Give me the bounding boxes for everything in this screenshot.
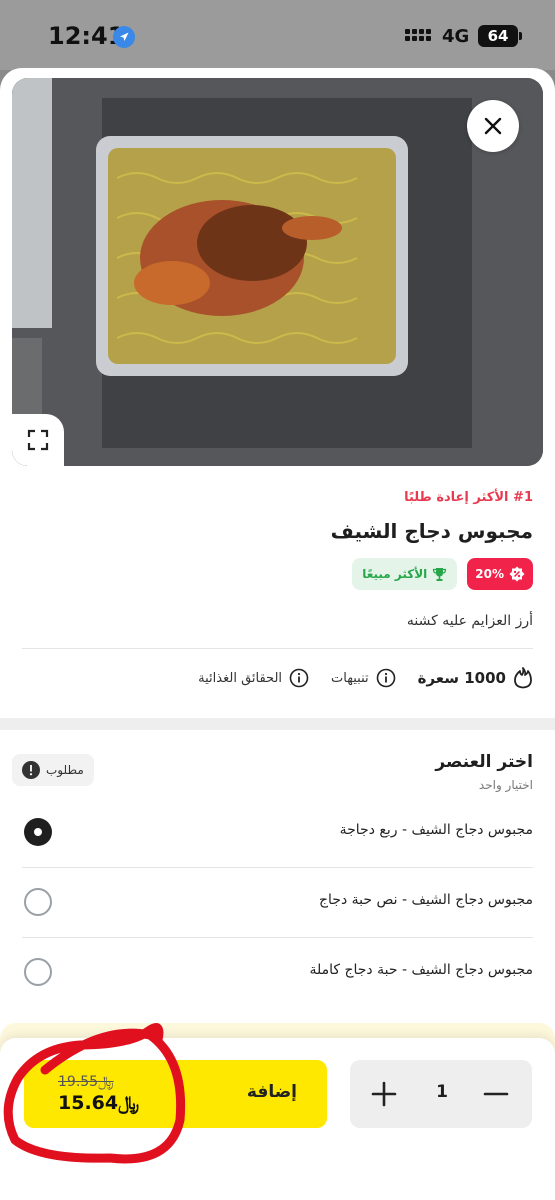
nutrition-label: الحقائق الغذائية (198, 670, 283, 686)
option-label: مجبوس دجاج الشيف - نص حبة دجاج (318, 892, 533, 908)
discount-value: 20% (475, 567, 504, 581)
add-label: إضافة (246, 1082, 297, 1102)
option-radio[interactable] (24, 958, 52, 986)
new-price: ﷼15.64 (58, 1092, 139, 1114)
info-icon (376, 668, 395, 688)
alerts-link[interactable]: تنبيهات (331, 668, 396, 688)
quantity-stepper: 1 (350, 1060, 532, 1128)
trophy-icon (433, 567, 447, 581)
info-icon (289, 668, 309, 688)
location-arrow-icon (113, 26, 135, 48)
product-description: أرز العزايم عليه كشنه (406, 613, 533, 629)
old-price-value: 19.55 (58, 1074, 99, 1090)
cellular-signal-icon (405, 29, 431, 41)
best-seller-label: الأكثر مبيعًا (362, 567, 428, 581)
old-price: ﷼19.55 (58, 1074, 139, 1090)
price-box: ﷼19.55 ﷼15.64 (58, 1074, 139, 1114)
product-title: مجبوس دجاج الشيف (330, 519, 533, 543)
riyal-icon: ﷼ (98, 1074, 114, 1090)
status-bar: 12:41 4G 64 (0, 0, 555, 70)
options-header: اختر العنصر اختيار واحد مطلوب (0, 748, 555, 798)
options-title: اختر العنصر (435, 752, 533, 772)
decrease-quantity-button[interactable] (482, 1080, 510, 1108)
required-badge: مطلوب (12, 754, 94, 786)
best-seller-badge: الأكثر مبيعًا (352, 558, 458, 590)
product-info: #1 الأكثر إعادة طلبًا مجبوس دجاج الشيف 2… (22, 488, 533, 689)
expand-image-button[interactable] (12, 414, 64, 466)
options-subtitle: اختيار واحد (478, 778, 533, 792)
reorder-tag: #1 الأكثر إعادة طلبًا (404, 490, 533, 505)
calories: 1000 سعرة (418, 667, 533, 689)
bottom-action-bar: إضافة ﷼19.55 ﷼15.64 1 (0, 1038, 555, 1200)
option-radio[interactable] (24, 888, 52, 916)
plus-icon (371, 1081, 397, 1107)
option-label: مجبوس دجاج الشيف - حبة دجاج كاملة (309, 962, 533, 978)
discount-icon (509, 566, 525, 582)
section-divider (0, 718, 555, 730)
increase-quantity-button[interactable] (370, 1080, 398, 1108)
minus-icon (483, 1092, 509, 1096)
option-row-quarter[interactable]: مجبوس دجاج الشيف - ربع دجاجة (22, 798, 533, 868)
expand-icon (27, 429, 49, 451)
alerts-label: تنبيهات (331, 670, 369, 686)
battery-level: 64 (478, 25, 518, 47)
close-icon (484, 117, 502, 135)
calories-value: 1000 سعرة (417, 669, 506, 687)
option-label: مجبوس دجاج الشيف - ربع دجاجة (339, 822, 533, 838)
alert-icon (22, 761, 40, 779)
add-to-cart-button[interactable]: إضافة ﷼19.55 ﷼15.64 (24, 1060, 327, 1128)
option-row-whole[interactable]: مجبوس دجاج الشيف - حبة دجاج كاملة (22, 938, 533, 1008)
battery-tip (519, 32, 522, 40)
close-button[interactable] (467, 100, 519, 152)
discount-badge: 20% (467, 558, 533, 590)
facts-row: 1000 سعرة تنبيهات الحقائق الغذائية (22, 667, 533, 689)
product-sheet: #1 الأكثر إعادة طلبًا مجبوس دجاج الشيف 2… (0, 68, 555, 1200)
required-label: مطلوب (46, 763, 84, 777)
option-radio[interactable] (24, 818, 52, 846)
riyal-icon: ﷼ (118, 1092, 140, 1114)
badge-row: 20% الأكثر مبيعًا (22, 558, 533, 590)
option-row-half[interactable]: مجبوس دجاج الشيف - نص حبة دجاج (22, 868, 533, 938)
flame-icon (514, 667, 532, 689)
product-photo (12, 78, 543, 466)
quantity-value: 1 (436, 1082, 448, 1102)
divider (22, 648, 533, 649)
nutrition-facts-link[interactable]: الحقائق الغذائية (198, 668, 309, 688)
network-type: 4G (442, 26, 470, 47)
options-section: اختر العنصر اختيار واحد مطلوب مجبوس دجاج… (0, 748, 555, 1008)
new-price-value: 15.64 (58, 1092, 119, 1114)
